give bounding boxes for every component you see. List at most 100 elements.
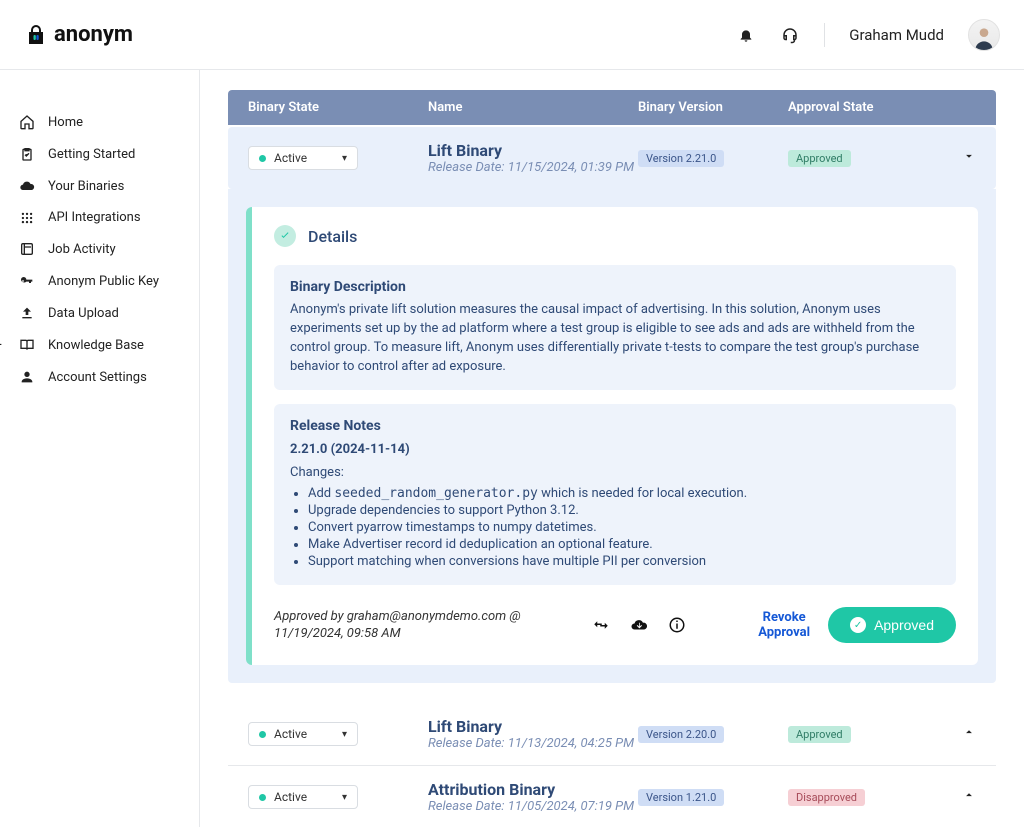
binary-state-select[interactable]: Active ▾: [248, 785, 358, 809]
binary-name: Attribution Binary: [428, 780, 638, 799]
key-icon: [18, 273, 36, 289]
status-badge: Disapproved: [788, 789, 865, 806]
active-dot-icon: [259, 731, 266, 738]
sidebar-item-label: Data Upload: [48, 306, 119, 321]
active-dot-icon: [259, 794, 266, 801]
sidebar-item-label: Home: [48, 115, 83, 130]
divider: [824, 23, 825, 47]
support-headset-icon[interactable]: [780, 25, 800, 45]
sidebar-item-label: Knowledge Base: [48, 338, 144, 353]
chevron-down-icon: ▾: [342, 792, 347, 803]
change-item: Add seeded_random_generator.py which is …: [308, 486, 940, 501]
plus-icon[interactable]: +: [0, 337, 2, 353]
cloud-icon: [18, 178, 36, 194]
table-header: Binary State Name Binary Version Approva…: [228, 90, 996, 125]
brand-text: anonym: [54, 22, 133, 47]
sidebar-item-label: Getting Started: [48, 147, 135, 162]
sidebar-item-data-upload[interactable]: Data Upload: [8, 297, 191, 329]
state-label: Active: [274, 790, 307, 804]
chevron-up-icon[interactable]: [962, 788, 976, 806]
sidebar-item-your-binaries[interactable]: Your Binaries: [8, 170, 191, 202]
change-item: Make Advertiser record id deduplication …: [308, 537, 940, 552]
logo-lock-icon: [24, 23, 48, 47]
release-notes-heading: Release Notes: [290, 418, 940, 434]
revoke-approval-link[interactable]: RevokeApproval: [758, 610, 810, 641]
approved-by-text: Approved by graham@anonymdemo.com @ 11/1…: [274, 608, 574, 643]
description-body: Anonym's private lift solution measures …: [290, 301, 940, 376]
username[interactable]: Graham Mudd: [849, 26, 944, 44]
home-icon: [18, 114, 36, 130]
sidebar: Home Getting Started Your Binaries API I…: [0, 70, 200, 827]
book-open-icon: [18, 337, 36, 353]
release-notes-block: Release Notes 2.21.0 (2024-11-14) Change…: [274, 404, 956, 585]
grid-icon: [18, 211, 36, 225]
chevron-down-icon: ▾: [342, 729, 347, 740]
version-pill: Version 2.21.0: [638, 150, 724, 167]
approved-button-label: Approved: [874, 617, 934, 633]
status-badge: Approved: [788, 150, 851, 167]
changes-label: Changes:: [290, 465, 940, 480]
binary-state-select[interactable]: Active ▾: [248, 722, 358, 746]
chevron-up-icon[interactable]: [962, 725, 976, 743]
details-title: Details: [308, 227, 357, 246]
changes-list: Add seeded_random_generator.py which is …: [290, 486, 940, 569]
binary-state-select[interactable]: Active ▾: [248, 146, 358, 170]
table-row[interactable]: Active ▾ Lift Binary Release Date: 11/15…: [228, 127, 996, 189]
change-item: Upgrade dependencies to support Python 3…: [308, 503, 940, 518]
release-date: Release Date: 11/15/2024, 01:39 PM: [428, 160, 638, 175]
release-date: Release Date: 11/05/2024, 07:19 PM: [428, 799, 638, 814]
sidebar-item-knowledge-base[interactable]: Knowledge Base: [8, 329, 191, 361]
activity-icon: [18, 241, 36, 257]
col-header-name: Name: [428, 100, 638, 115]
user-icon: [18, 369, 36, 385]
topbar-right: Graham Mudd: [736, 19, 1000, 51]
sidebar-item-label: Your Binaries: [48, 179, 124, 194]
table-row[interactable]: Active ▾ Lift Binary Release Date: 11/13…: [228, 703, 996, 766]
details-card: Details Binary Description Anonym's priv…: [246, 207, 978, 665]
details-panel: Details Binary Description Anonym's priv…: [228, 189, 996, 683]
sidebar-item-label: Account Settings: [48, 370, 147, 385]
topbar: anonym Graham Mudd: [0, 0, 1024, 70]
change-item: Support matching when conversions have m…: [308, 554, 940, 569]
col-header-version: Binary Version: [638, 100, 788, 115]
table-row[interactable]: Active ▾ Attribution Binary Release Date…: [228, 766, 996, 827]
binary-name: Lift Binary: [428, 141, 638, 160]
check-circle-icon: [274, 225, 296, 247]
compare-arrows-icon[interactable]: [592, 616, 610, 634]
upload-icon: [18, 305, 36, 321]
sidebar-item-label: Job Activity: [48, 242, 116, 257]
notification-bell-icon[interactable]: [736, 25, 756, 45]
change-item: Convert pyarrow timestamps to numpy date…: [308, 520, 940, 535]
cloud-download-icon[interactable]: [630, 616, 648, 634]
check-icon: ✓: [850, 617, 866, 633]
release-date: Release Date: 11/13/2024, 04:25 PM: [428, 736, 638, 751]
state-label: Active: [274, 727, 307, 741]
description-heading: Binary Description: [290, 279, 940, 295]
col-header-approval: Approval State: [788, 100, 976, 115]
sidebar-item-account-settings[interactable]: Account Settings: [8, 361, 191, 393]
active-dot-icon: [259, 155, 266, 162]
sidebar-item-api-integrations[interactable]: API Integrations: [8, 202, 191, 233]
status-badge: Approved: [788, 726, 851, 743]
sidebar-item-job-activity[interactable]: Job Activity: [8, 233, 191, 265]
main-content: Binary State Name Binary Version Approva…: [200, 70, 1024, 827]
info-icon[interactable]: [668, 616, 686, 634]
approved-button[interactable]: ✓ Approved: [828, 607, 956, 643]
approval-row: Approved by graham@anonymdemo.com @ 11/1…: [274, 607, 956, 643]
sidebar-item-home[interactable]: Home: [8, 106, 191, 138]
chevron-down-icon: ▾: [342, 153, 347, 164]
clipboard-icon: [18, 146, 36, 162]
description-block: Binary Description Anonym's private lift…: [274, 265, 956, 390]
avatar[interactable]: [968, 19, 1000, 51]
sidebar-item-label: Anonym Public Key: [48, 274, 159, 289]
sidebar-item-label: API Integrations: [48, 210, 141, 225]
version-pill: Version 2.20.0: [638, 726, 724, 743]
sidebar-item-getting-started[interactable]: Getting Started: [8, 138, 191, 170]
sidebar-item-public-key[interactable]: Anonym Public Key: [8, 265, 191, 297]
state-label: Active: [274, 151, 307, 165]
chevron-down-icon[interactable]: [962, 149, 976, 167]
col-header-state: Binary State: [248, 100, 428, 115]
logo[interactable]: anonym: [24, 22, 133, 47]
binary-name: Lift Binary: [428, 717, 638, 736]
release-notes-version: 2.21.0 (2024-11-14): [290, 442, 940, 457]
